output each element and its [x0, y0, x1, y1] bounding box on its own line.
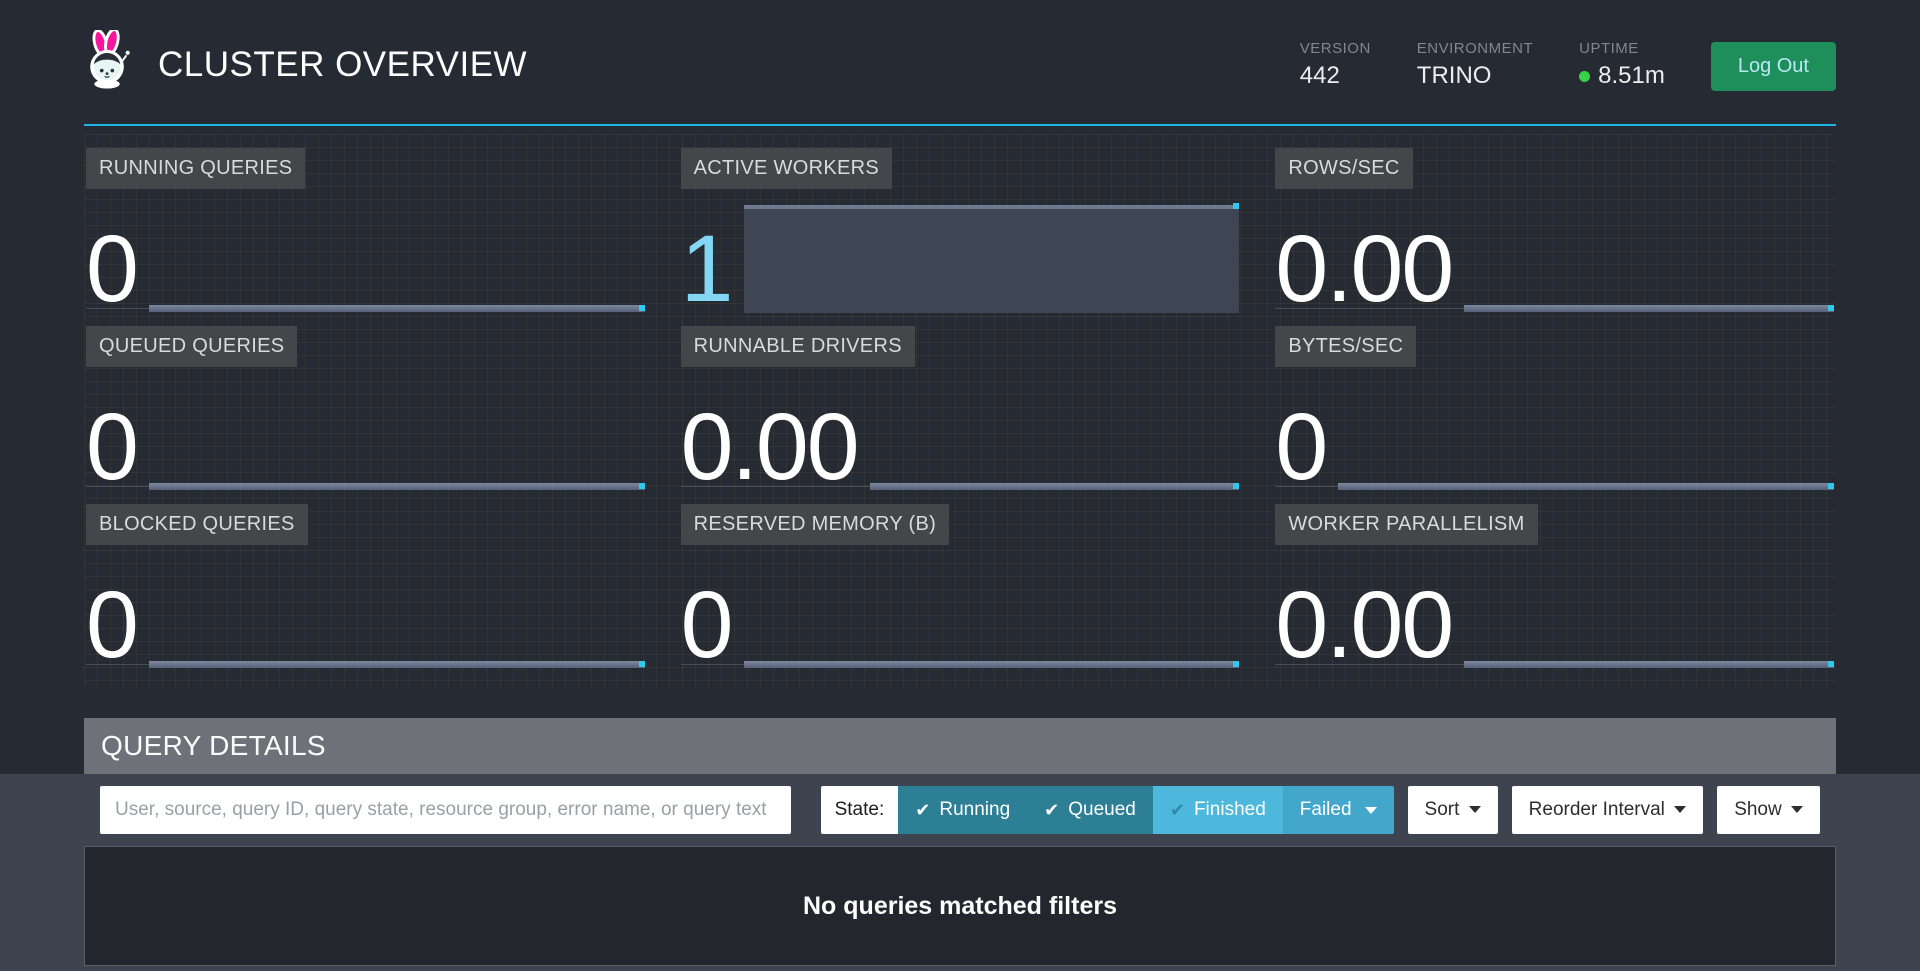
reorder-interval-dropdown-button[interactable]: Reorder Interval [1512, 786, 1704, 834]
state-filter-finished[interactable]: ✔ Finished [1153, 786, 1283, 834]
uptime-status-dot [1579, 71, 1590, 82]
sort-dropdown-button[interactable]: Sort [1408, 786, 1498, 834]
stat-card-running-queries: RUNNING QUERIES 0 [86, 148, 645, 320]
stat-value: 0.00 [681, 404, 858, 491]
stat-value: 0.00 [1275, 226, 1452, 313]
sparkline-dot-icon [639, 305, 645, 311]
state-filter-queued[interactable]: ✔ Queued [1027, 786, 1153, 834]
chevron-down-icon [1791, 806, 1803, 813]
stat-card-bytes-sec: BYTES/SEC 0 [1275, 326, 1834, 498]
trino-bunny-logo-icon [84, 30, 132, 90]
uptime-value: 8.51m [1598, 62, 1665, 90]
version-label: VERSION [1300, 40, 1371, 57]
query-details-title: QUERY DETAILS [84, 718, 1836, 774]
stat-card-queued-queries: QUEUED QUERIES 0 [86, 326, 645, 498]
stat-card-worker-parallelism: WORKER PARALLELISM 0.00 [1275, 504, 1834, 676]
stat-label: RESERVED MEMORY (B) [681, 504, 949, 545]
logout-button[interactable]: Log Out [1711, 42, 1836, 91]
sparkline-chart [870, 383, 1240, 491]
stat-value: 0.00 [1275, 582, 1452, 669]
query-details-section: State: ✔ Running ✔ Queued ✔ Finished Fai… [0, 774, 1920, 971]
stat-card-active-workers: ACTIVE WORKERS 1 [681, 148, 1240, 320]
stat-value: 0 [86, 582, 137, 669]
empty-state-message: No queries matched filters [803, 892, 1117, 921]
stat-value: 0 [86, 404, 137, 491]
state-filter-running[interactable]: ✔ Running [898, 786, 1027, 834]
stat-value: 0 [1275, 404, 1326, 491]
query-search-input[interactable] [100, 786, 791, 834]
sparkline-chart [744, 205, 1240, 313]
sparkline-chart [744, 561, 1240, 669]
sparkline-dot-icon [1233, 203, 1239, 209]
environment-label: ENVIRONMENT [1417, 40, 1533, 57]
sparkline-chart [149, 561, 645, 669]
stat-value: 0 [86, 226, 137, 313]
stat-card-blocked-queries: BLOCKED QUERIES 0 [86, 504, 645, 676]
stat-card-runnable-drivers: RUNNABLE DRIVERS 0.00 [681, 326, 1240, 498]
header-stat-uptime: UPTIME 8.51m [1579, 40, 1665, 90]
sparkline-chart [149, 383, 645, 491]
show-dropdown-button[interactable]: Show [1717, 786, 1820, 834]
check-icon: ✔ [1170, 800, 1185, 821]
sparkline-dot-icon [1828, 483, 1834, 489]
sparkline-dot-icon [1233, 661, 1239, 667]
stat-label: QUEUED QUERIES [86, 326, 297, 367]
app-header: CLUSTER OVERVIEW VERSION 442 ENVIRONMENT… [0, 0, 1920, 126]
chevron-down-icon [1674, 806, 1686, 813]
stat-value: 1 [681, 226, 732, 313]
stat-label: ROWS/SEC [1275, 148, 1412, 189]
stat-label: RUNNABLE DRIVERS [681, 326, 915, 367]
stat-label: BYTES/SEC [1275, 326, 1416, 367]
sparkline-chart [1338, 383, 1834, 491]
sparkline-dot-icon [639, 661, 645, 667]
sparkline-chart [1464, 205, 1834, 313]
version-value: 442 [1300, 62, 1371, 90]
query-filter-toolbar: State: ✔ Running ✔ Queued ✔ Finished Fai… [84, 774, 1836, 846]
sparkline-dot-icon [1233, 483, 1239, 489]
header-stat-version: VERSION 442 [1300, 40, 1371, 90]
state-filter-group: State: ✔ Running ✔ Queued ✔ Finished Fai… [821, 786, 1394, 834]
sparkline-dot-icon [639, 483, 645, 489]
sparkline-chart [149, 205, 645, 313]
stat-label: ACTIVE WORKERS [681, 148, 892, 189]
state-filter-failed-dropdown[interactable]: Failed [1283, 786, 1394, 834]
uptime-label: UPTIME [1579, 40, 1665, 57]
page-title: CLUSTER OVERVIEW [158, 40, 527, 90]
check-icon: ✔ [1044, 800, 1059, 821]
environment-value: TRINO [1417, 62, 1533, 90]
sparkline-dot-icon [1828, 661, 1834, 667]
sparkline-chart [1464, 561, 1834, 669]
chevron-down-icon [1469, 806, 1481, 813]
chevron-down-icon [1365, 807, 1377, 814]
check-icon: ✔ [915, 800, 930, 821]
stat-label: BLOCKED QUERIES [86, 504, 308, 545]
header-stat-environment: ENVIRONMENT TRINO [1417, 40, 1533, 90]
cluster-stats-grid: RUNNING QUERIES 0 ACTIVE WORKERS 1 ROWS/… [84, 134, 1836, 688]
sparkline-dot-icon [1828, 305, 1834, 311]
stat-label: RUNNING QUERIES [86, 148, 305, 189]
stat-card-rows-sec: ROWS/SEC 0.00 [1275, 148, 1834, 320]
stat-card-reserved-memory: RESERVED MEMORY (B) 0 [681, 504, 1240, 676]
state-filter-label: State: [821, 786, 899, 834]
stat-value: 0 [681, 582, 732, 669]
query-list-panel: No queries matched filters [84, 846, 1836, 966]
stat-label: WORKER PARALLELISM [1275, 504, 1537, 545]
